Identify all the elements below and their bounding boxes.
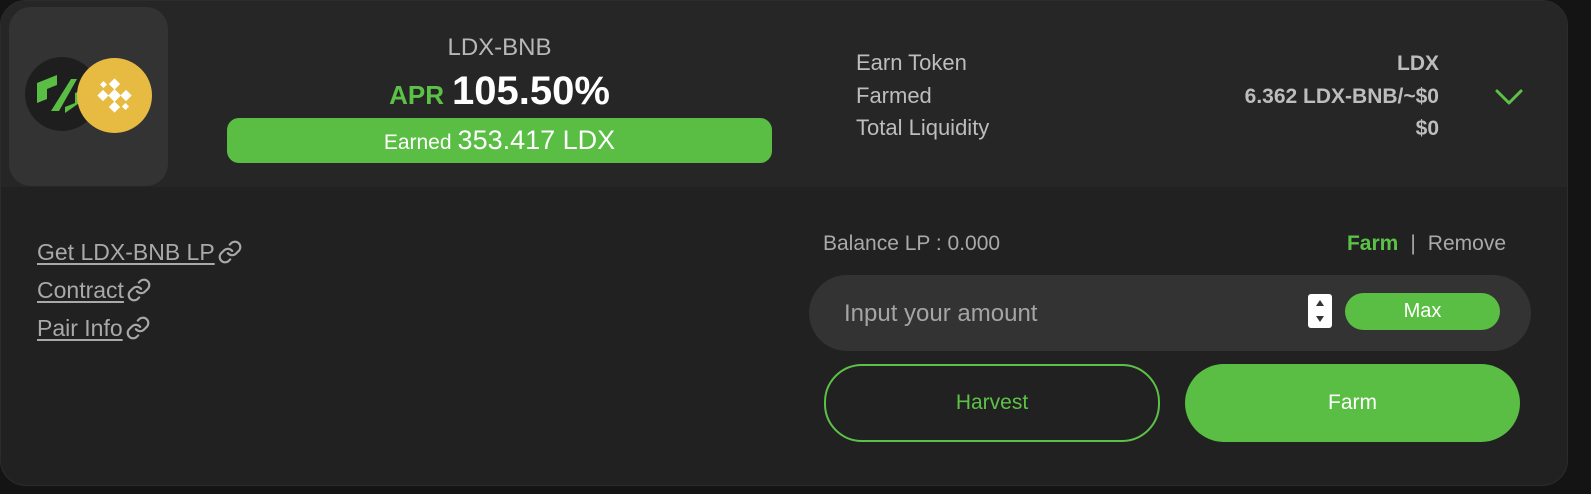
apr-label: APR xyxy=(389,80,444,110)
total-liquidity-value: $0 xyxy=(1415,117,1439,140)
stepper-down-icon[interactable] xyxy=(1308,311,1332,328)
get-lp-link-row: Get LDX-BNB LP xyxy=(37,233,243,271)
earned-label: Earned xyxy=(383,131,452,154)
contract-link-row: Contract xyxy=(37,271,243,309)
earned-banner: Earned 353.417 LDX xyxy=(227,118,772,163)
amount-input[interactable] xyxy=(842,275,1286,353)
harvest-button[interactable]: Harvest xyxy=(824,364,1160,442)
pair-info-link-row: Pair Info xyxy=(37,309,243,347)
pool-links: Get LDX-BNB LP Contract Pair Info xyxy=(37,233,243,347)
link-icon[interactable] xyxy=(217,239,243,265)
earn-token-label: Earn Token xyxy=(856,50,967,75)
lp-balance: Balance LP : 0.000 xyxy=(823,232,1001,255)
pair-info-link[interactable]: Pair Info xyxy=(37,315,123,342)
total-liquidity-label: Total Liquidity xyxy=(856,115,990,140)
farmed-value: 6.362 LDX-BNB/~$0 xyxy=(1244,85,1439,108)
apr-value: 105.50% xyxy=(451,69,610,113)
contract-link[interactable]: Contract xyxy=(37,277,124,304)
bnb-logo-icon xyxy=(77,58,152,133)
apr-row: APR 105.50% xyxy=(227,69,772,114)
mode-switch: Farm | Remove xyxy=(1347,232,1506,256)
amount-field: Max xyxy=(809,275,1531,353)
earn-token-value: LDX xyxy=(1397,52,1439,75)
chevron-down-icon[interactable] xyxy=(1492,83,1526,111)
amount-stepper xyxy=(1308,294,1332,328)
link-icon[interactable] xyxy=(126,277,152,303)
farm-button[interactable]: Farm xyxy=(1185,364,1520,442)
stepper-up-icon[interactable] xyxy=(1308,294,1332,311)
mode-remove-tab[interactable]: Remove xyxy=(1428,232,1506,255)
link-icon[interactable] xyxy=(125,315,151,341)
pair-name: LDX-BNB xyxy=(447,34,552,61)
max-button[interactable]: Max xyxy=(1345,293,1500,330)
mode-separator: | xyxy=(1410,232,1416,255)
mode-farm-tab[interactable]: Farm xyxy=(1347,232,1398,255)
earned-value: 353.417 LDX xyxy=(457,125,616,155)
farm-card: LDX-BNB APR 105.50% Earned 353.417 LDX Ear… xyxy=(0,0,1568,486)
farmed-label: Farmed xyxy=(856,83,932,108)
get-lp-link[interactable]: Get LDX-BNB LP xyxy=(37,239,215,266)
